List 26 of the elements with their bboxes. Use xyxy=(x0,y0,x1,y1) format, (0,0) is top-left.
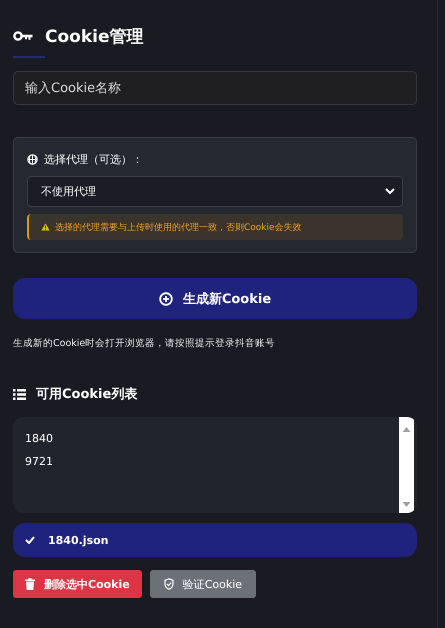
cookie-list-item[interactable]: 9721 xyxy=(21,450,387,473)
verify-cookie-button[interactable]: 验证Cookie xyxy=(150,570,256,598)
generate-note: 生成新的Cookie时会打开浏览器，请按照提示登录抖音账号 xyxy=(13,337,276,350)
plus-circle-icon xyxy=(158,292,173,306)
proxy-label: 选择代理（可选）： xyxy=(44,152,143,167)
selected-file-name: 1840.json xyxy=(48,534,108,546)
cookie-listbox[interactable]: 1840 9721 xyxy=(13,417,417,513)
list-heading: 可用Cookie列表 xyxy=(36,386,138,403)
check-icon xyxy=(25,536,35,544)
cookie-name-field[interactable]: 输入Cookie名称 xyxy=(13,71,417,105)
delete-cookie-button[interactable]: 删除选中Cookie xyxy=(13,570,142,598)
cookie-list-item[interactable]: 1840 xyxy=(21,427,387,450)
trash-icon xyxy=(25,578,35,590)
warning-icon xyxy=(41,223,50,231)
key-icon xyxy=(13,31,33,41)
generate-cookie-button[interactable]: 生成新Cookie xyxy=(13,278,417,319)
warning-text: 选择的代理需要与上传时使用的代理一致，否则Cookie会失效 xyxy=(55,222,302,234)
proxy-select[interactable]: 不使用代理 xyxy=(27,176,403,207)
chevron-down-icon xyxy=(385,188,395,195)
page-title: Cookie管理 xyxy=(45,26,144,48)
list-icon xyxy=(13,388,26,400)
scrollbar[interactable] xyxy=(399,417,414,513)
scroll-up-icon xyxy=(402,427,411,432)
scroll-down-icon xyxy=(402,502,411,507)
globe-icon xyxy=(27,154,38,165)
shield-check-icon xyxy=(164,578,174,590)
